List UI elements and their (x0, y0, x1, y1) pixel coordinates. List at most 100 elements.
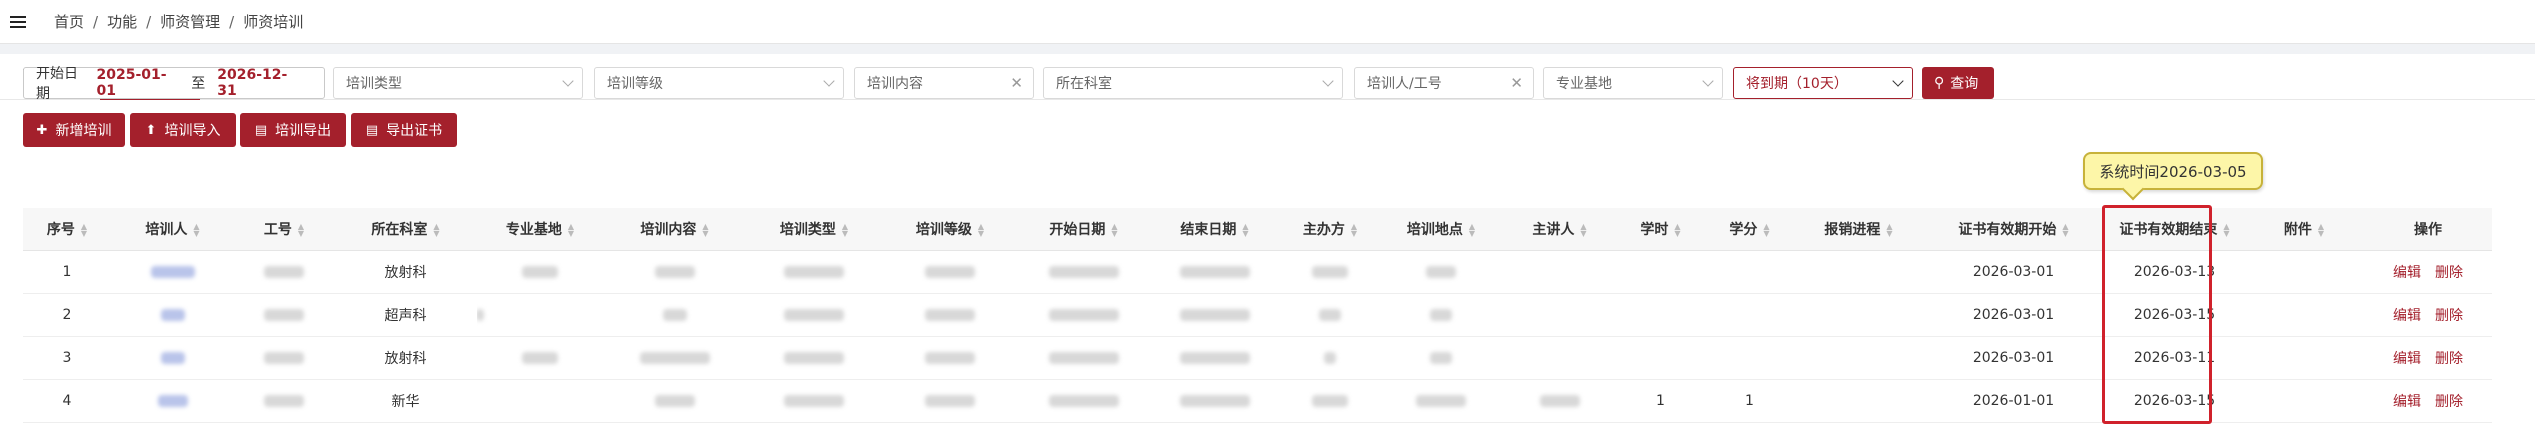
import-training-button[interactable]: ⬆ 培训导入 (130, 113, 236, 147)
sort-icon[interactable]: ▲ ▼ (1242, 222, 1248, 237)
sort-icon[interactable]: ▲ ▼ (298, 222, 304, 237)
breadcrumb-function[interactable]: 功能 (107, 11, 137, 32)
expire-value: 将到期（10天） (1746, 76, 1848, 92)
export-certificate-button[interactable]: ▤ 导出证书 (351, 113, 457, 147)
cell-reimburse (1795, 293, 1922, 337)
clear-icon[interactable]: ✕ (1510, 74, 1523, 92)
training-level-placeholder: 培训等级 (607, 76, 663, 92)
sort-icon[interactable]: ▲ ▼ (978, 222, 984, 237)
delete-link[interactable]: 删除 (2435, 308, 2463, 324)
delete-link[interactable]: 删除 (2435, 351, 2463, 367)
column-header[interactable]: 开始日期 ▲ ▼ (1018, 208, 1149, 251)
column-header[interactable]: 主办方 ▲ ▼ (1280, 208, 1380, 251)
cell-level-redacted (882, 250, 1018, 294)
column-header[interactable]: 学分 ▲ ▼ (1704, 208, 1795, 251)
cell-reimburse (1795, 379, 1922, 423)
cell-trainee-redacted[interactable] (111, 379, 234, 423)
cell-trainee-redacted[interactable] (111, 293, 234, 337)
column-header[interactable]: 培训内容 ▲ ▼ (603, 208, 746, 251)
sort-icon[interactable]: ▲ ▼ (2318, 222, 2324, 237)
column-header[interactable]: 证书有效期结束 ▲ ▼ (2105, 208, 2244, 251)
sort-icon[interactable]: ▲ ▼ (1351, 222, 1357, 237)
sort-icon[interactable]: ▲ ▼ (702, 222, 708, 237)
export-certificate-label: 导出证书 (386, 123, 443, 139)
base-select[interactable]: 专业基地 (1543, 67, 1723, 99)
column-header[interactable]: 主讲人 ▲ ▼ (1502, 208, 1617, 251)
date-start[interactable]: 2025-01-01 (97, 67, 178, 99)
department-select[interactable]: 所在科室 (1043, 67, 1343, 99)
top-bar: 首页 / 功能 / 师资管理 / 师资培训 (0, 0, 2535, 44)
system-time-tooltip: 系统时间2026-03-05 (2083, 152, 2263, 190)
breadcrumb-teacher-management[interactable]: 师资管理 (160, 11, 220, 32)
delete-link[interactable]: 删除 (2435, 265, 2463, 281)
sort-icon[interactable]: ▲ ▼ (1469, 222, 1475, 237)
export-training-button[interactable]: ▤ 培训导出 (240, 113, 346, 147)
breadcrumb-separator: / (229, 12, 235, 31)
chevron-down-icon (1322, 75, 1334, 87)
column-header[interactable]: 学时 ▲ ▼ (1617, 208, 1704, 251)
training-content-input[interactable]: 培训内容 ✕ (854, 67, 1034, 99)
column-header[interactable]: 工号 ▲ ▼ (234, 208, 334, 251)
expire-select[interactable]: 将到期（10天） (1733, 67, 1913, 99)
sort-icon[interactable]: ▲ ▼ (1763, 222, 1769, 237)
column-header[interactable]: 培训地点 ▲ ▼ (1380, 208, 1502, 251)
sort-icon[interactable]: ▲ ▼ (1886, 222, 1892, 237)
person-input[interactable]: 培训人/工号 ✕ (1354, 67, 1534, 99)
edit-link[interactable]: 编辑 (2393, 308, 2421, 324)
menu-toggle-icon[interactable] (0, 0, 36, 44)
breadcrumb-home[interactable]: 首页 (54, 11, 84, 32)
cell-hours (1617, 293, 1704, 337)
plus-icon: ✚ (36, 122, 48, 138)
date-end[interactable]: 2026-12-31 (217, 67, 298, 99)
chevron-down-icon (1702, 75, 1714, 87)
sort-icon[interactable]: ▲ ▼ (1674, 222, 1680, 237)
cell-type-redacted (746, 293, 882, 337)
column-header-label: 培训人 (145, 221, 188, 238)
column-header[interactable]: 专业基地 ▲ ▼ (477, 208, 603, 251)
sort-icon[interactable]: ▲ ▼ (2062, 222, 2068, 237)
date-range-picker[interactable]: 开始日期 2025-01-01 至 2026-12-31 (23, 66, 325, 102)
column-header[interactable]: 所在科室 ▲ ▼ (334, 208, 477, 251)
edit-link[interactable]: 编辑 (2393, 394, 2421, 410)
column-header[interactable]: 培训等级 ▲ ▼ (882, 208, 1018, 251)
training-level-select[interactable]: 培训等级 (594, 67, 844, 99)
add-training-button[interactable]: ✚ 新增培训 (23, 113, 125, 147)
sort-icon[interactable]: ▲ ▼ (1111, 222, 1117, 237)
training-type-select[interactable]: 培训类型 (333, 67, 583, 99)
sort-icon[interactable]: ▲ ▼ (1580, 222, 1586, 237)
cell-attachment (2244, 250, 2364, 294)
cell-content-redacted (603, 293, 746, 337)
sort-icon[interactable]: ▲ ▼ (2223, 222, 2229, 237)
edit-link[interactable]: 编辑 (2393, 351, 2421, 367)
cell-content-redacted (603, 379, 746, 423)
sort-icon[interactable]: ▲ ▼ (193, 222, 199, 237)
cell-actions: 编辑 删除 (2364, 250, 2492, 294)
query-button[interactable]: ⚲ 查询 (1922, 67, 1994, 99)
cell-speaker-redacted (1502, 379, 1617, 423)
cell-actions: 编辑 删除 (2364, 293, 2492, 337)
sort-icon[interactable]: ▲ ▼ (81, 222, 87, 237)
column-header[interactable]: 证书有效期开始 ▲ ▼ (1922, 208, 2105, 251)
column-header[interactable]: 培训类型 ▲ ▼ (746, 208, 882, 251)
cell-trainee-redacted[interactable] (111, 250, 234, 294)
sort-icon[interactable]: ▲ ▼ (842, 222, 848, 237)
column-header[interactable]: 序号 ▲ ▼ (23, 208, 111, 251)
cell-trainee-redacted[interactable] (111, 336, 234, 380)
delete-link[interactable]: 删除 (2435, 394, 2463, 410)
export-training-label: 培训导出 (275, 123, 332, 139)
edit-link[interactable]: 编辑 (2393, 265, 2421, 281)
sort-icon[interactable]: ▲ ▼ (568, 222, 574, 237)
cell-actions: 编辑 删除 (2364, 336, 2492, 380)
cell-type-redacted (746, 379, 882, 423)
sort-icon[interactable]: ▲ ▼ (433, 222, 439, 237)
column-header[interactable]: 报销进程 ▲ ▼ (1795, 208, 1922, 251)
column-header[interactable]: 附件 ▲ ▼ (2244, 208, 2364, 251)
column-header-label: 开始日期 (1049, 221, 1106, 238)
table-row: 2 超声科 2026-03-01 2026-03-15 编辑 删除 (23, 293, 2492, 337)
cell-level-redacted (882, 379, 1018, 423)
cell-start-redacted (1018, 379, 1149, 423)
column-header[interactable]: 结束日期 ▲ ▼ (1149, 208, 1280, 251)
chevron-down-icon (823, 75, 835, 87)
column-header[interactable]: 培训人 ▲ ▼ (111, 208, 234, 251)
clear-icon[interactable]: ✕ (1010, 74, 1023, 92)
